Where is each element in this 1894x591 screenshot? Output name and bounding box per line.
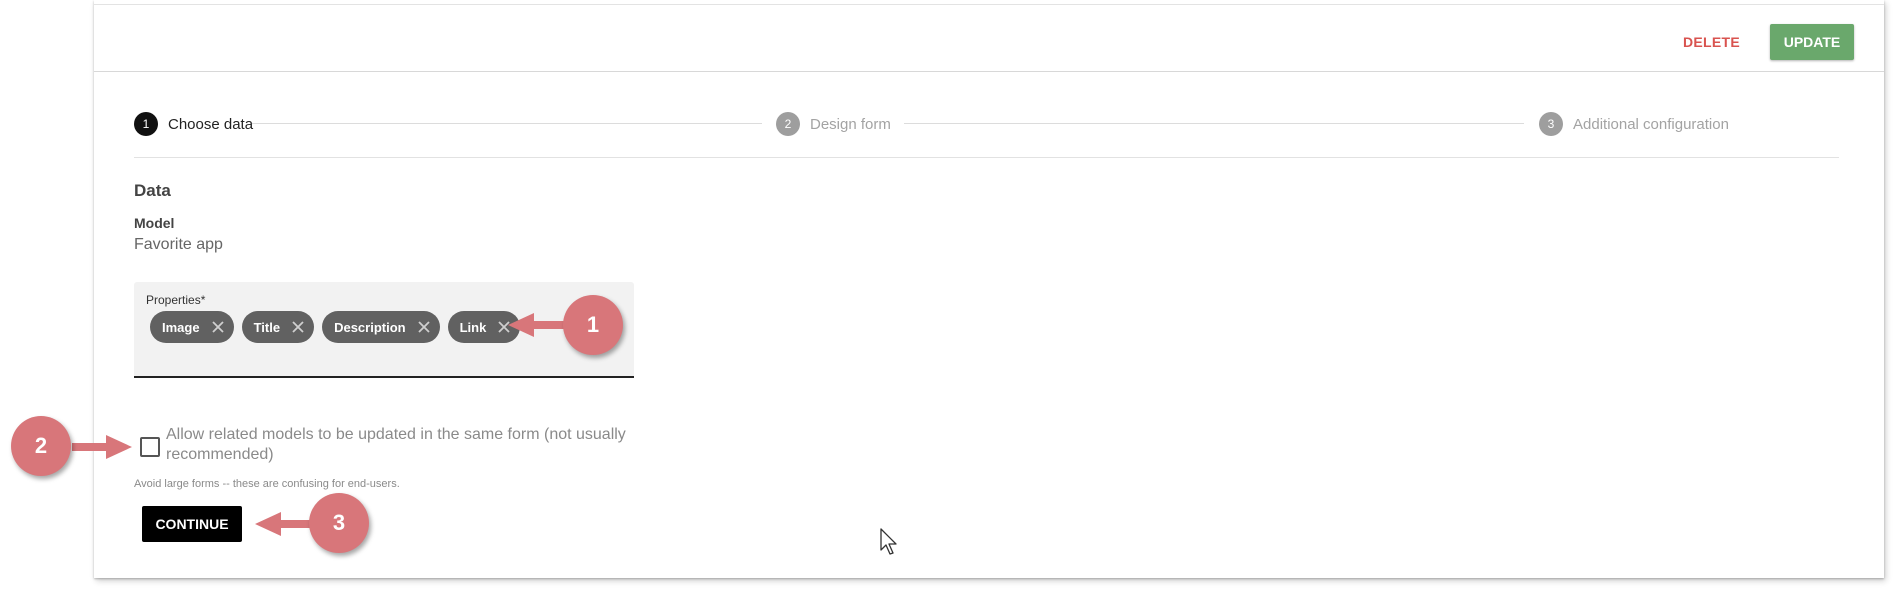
- step-connector: [904, 123, 1524, 124]
- top-toolbar: DELETE UPDATE: [94, 4, 1884, 72]
- callout-badge-3: 3: [309, 493, 369, 553]
- callout-badge-1: 1: [563, 295, 623, 355]
- stepper-divider: [134, 157, 1839, 158]
- related-models-checkbox[interactable]: [140, 437, 160, 457]
- step-number: 3: [1539, 112, 1563, 136]
- update-button[interactable]: UPDATE: [1770, 24, 1854, 60]
- properties-chips: Image Title Description Link: [150, 311, 521, 343]
- step-number: 1: [134, 112, 158, 136]
- step-connector: [252, 123, 762, 124]
- chip-label: Image: [162, 319, 200, 335]
- model-label: Model: [134, 215, 175, 231]
- close-icon[interactable]: [210, 319, 226, 335]
- delete-button[interactable]: DELETE: [1677, 29, 1746, 55]
- chip-label: Description: [334, 319, 406, 335]
- callout-badge-2: 2: [11, 416, 71, 476]
- close-icon[interactable]: [416, 319, 432, 335]
- step-design-form[interactable]: 2 Design form: [776, 112, 891, 136]
- chip-label: Link: [459, 319, 487, 335]
- step-additional-configuration[interactable]: 3 Additional configuration: [1539, 112, 1729, 136]
- callout-arrow-2: [72, 435, 132, 459]
- properties-label: Properties*: [146, 293, 206, 307]
- close-icon[interactable]: [290, 319, 306, 335]
- section-title: Data: [134, 181, 171, 200]
- chip-label: Title: [253, 319, 281, 335]
- model-value: Favorite app: [134, 236, 223, 253]
- chip-image[interactable]: Image: [150, 311, 234, 343]
- form-card: DELETE UPDATE 1 Choose data 2 Design for…: [94, 0, 1884, 578]
- chip-description[interactable]: Description: [322, 311, 440, 343]
- stepper: 1 Choose data 2 Design form 3 Additional…: [134, 96, 1894, 148]
- step-label: Choose data: [168, 115, 254, 133]
- mouse-cursor-icon: [880, 528, 897, 555]
- step-label: Additional configuration: [1573, 115, 1729, 133]
- step-number: 2: [776, 112, 800, 136]
- step-label: Design form: [810, 115, 891, 133]
- related-models-label: Allow related models to be updated in th…: [166, 426, 626, 463]
- chip-title[interactable]: Title: [241, 311, 315, 343]
- continue-button[interactable]: CONTINUE: [142, 506, 242, 542]
- related-models-hint: Avoid large forms -- these are confusing…: [134, 478, 400, 490]
- step-choose-data[interactable]: 1 Choose data: [134, 112, 253, 136]
